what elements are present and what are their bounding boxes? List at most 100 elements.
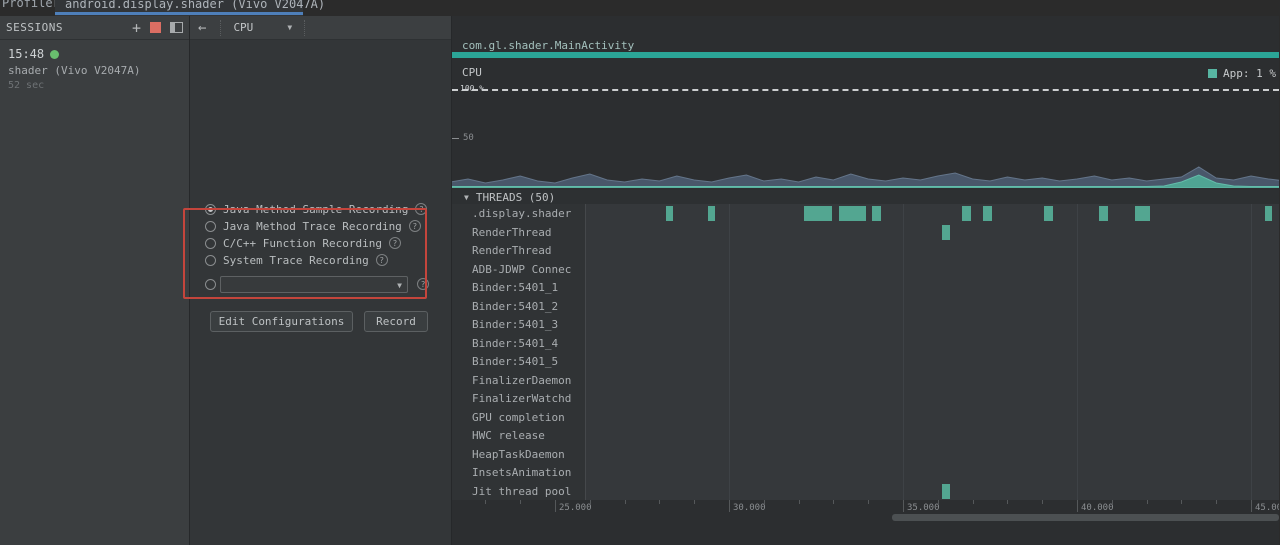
recording-option-row[interactable]: Java Method Sample Recording? <box>205 202 428 216</box>
thread-row[interactable]: InsetsAnimation <box>452 463 1279 482</box>
time-axis: 25.000 30.000 35.000 40.000 45.000 <box>452 500 1279 513</box>
help-icon[interactable]: ? <box>375 254 388 266</box>
thread-name[interactable]: HWC release <box>472 429 545 442</box>
recording-option-row[interactable]: Java Method Trace Recording? <box>205 219 421 233</box>
tool-window-tabbar: Profiler android.display.shader (Vivo V2… <box>0 0 1280 16</box>
thread-activity-block <box>962 206 971 221</box>
axis-major-tick <box>1251 500 1252 512</box>
thread-row[interactable]: Binder:5401_5 <box>452 352 1279 371</box>
axis-minor-tick <box>1216 500 1217 504</box>
edit-configurations-button[interactable]: Edit Configurations <box>210 311 353 332</box>
custom-config-dropdown[interactable]: ▼ <box>220 276 408 293</box>
help-icon[interactable]: ? <box>408 220 421 232</box>
axis-tick-label: 40.000 <box>1081 503 1114 513</box>
thread-row[interactable]: FinalizerWatchd <box>452 389 1279 408</box>
axis-major-tick <box>1077 500 1078 512</box>
thread-activity-block <box>839 206 866 221</box>
radio-label: System Trace Recording <box>223 253 369 267</box>
radio-label: Java Method Sample Recording <box>223 202 409 216</box>
chevron-down-icon: ▼ <box>397 281 402 290</box>
axis-minor-tick <box>590 500 591 504</box>
thread-name[interactable]: RenderThread <box>472 226 551 239</box>
thread-name[interactable]: Binder:5401_2 <box>472 300 558 313</box>
thread-activity-block <box>804 206 832 221</box>
collapse-panel-icon[interactable] <box>170 22 183 33</box>
y-axis-100-label: 100 % <box>460 84 485 93</box>
stop-recording-icon[interactable] <box>150 22 161 33</box>
axis-minor-tick <box>973 500 974 504</box>
thread-row[interactable]: .display.shader <box>452 204 1279 223</box>
thread-row[interactable]: ADB-JDWP Connec <box>452 260 1279 279</box>
thread-name[interactable]: Binder:5401_5 <box>472 355 558 368</box>
help-icon[interactable]: ? <box>415 203 428 215</box>
thread-row[interactable]: RenderThread <box>452 223 1279 242</box>
thread-name[interactable]: RenderThread <box>472 244 551 257</box>
hundred-percent-gridline <box>452 89 1279 91</box>
sessions-toolbar: SESSIONS + <box>0 16 189 40</box>
profiler-window: Profiler android.display.shader (Vivo V2… <box>0 0 1280 545</box>
thread-row[interactable]: Binder:5401_2 <box>452 297 1279 316</box>
thread-row[interactable]: Binder:5401_1 <box>452 278 1279 297</box>
recording-option-row[interactable]: C/C++ Function Recording? <box>205 236 401 250</box>
thread-row[interactable]: HeapTaskDaemon <box>452 445 1279 464</box>
thread-row[interactable]: GPU completion <box>452 408 1279 427</box>
thread-row[interactable]: Jit thread pool <box>452 482 1279 501</box>
activity-lifecycle-bar <box>452 52 1279 58</box>
horizontal-scrollbar[interactable] <box>892 514 1279 521</box>
threads-title: THREADS (50) <box>475 190 556 204</box>
cpu-stage-panel: com.gl.shader.MainActivity CPU App: 1 % … <box>452 16 1279 545</box>
custom-config-radio[interactable] <box>205 279 216 290</box>
session-live-dot <box>50 49 60 59</box>
thread-row[interactable]: RenderThread <box>452 241 1279 260</box>
tab-profiler[interactable]: Profiler <box>2 0 60 10</box>
thread-activity-block <box>942 224 950 240</box>
app-series-swatch <box>1208 69 1218 78</box>
thread-name[interactable]: Jit thread pool <box>472 485 571 498</box>
help-icon[interactable]: ? <box>388 237 401 249</box>
radio-button[interactable] <box>205 254 216 266</box>
cpu-chart-label: CPU <box>462 66 482 79</box>
axis-minor-tick <box>1147 500 1148 504</box>
thread-name[interactable]: Binder:5401_1 <box>472 281 558 294</box>
thread-name[interactable]: .display.shader <box>472 207 571 220</box>
thread-activity-block <box>1044 206 1053 221</box>
axis-minor-tick <box>833 500 834 504</box>
radio-button[interactable] <box>205 203 216 215</box>
session-item[interactable]: 15:48 shader (Vivo V2047A) 52 sec <box>0 40 189 97</box>
axis-minor-tick <box>764 500 765 504</box>
axis-minor-tick <box>1007 500 1008 504</box>
threads-section-header[interactable]: ▼ THREADS (50) <box>452 190 1279 204</box>
thread-name[interactable]: FinalizerWatchd <box>472 392 571 405</box>
thread-name[interactable]: Binder:5401_4 <box>472 337 558 350</box>
thread-row[interactable]: HWC release <box>452 426 1279 445</box>
thread-name[interactable]: GPU completion <box>472 411 565 424</box>
axis-minor-tick <box>799 500 800 504</box>
axis-minor-tick <box>1112 500 1113 504</box>
recording-option-row[interactable]: System Trace Recording? <box>205 253 388 267</box>
radio-button[interactable] <box>205 237 216 249</box>
others-cpu-series <box>452 166 1279 188</box>
thread-name[interactable]: InsetsAnimation <box>472 466 571 479</box>
axis-minor-tick <box>485 500 486 504</box>
thread-name[interactable]: HeapTaskDaemon <box>472 448 565 461</box>
cpu-usage-area-chart[interactable] <box>452 154 1279 188</box>
thread-row[interactable]: Binder:5401_3 <box>452 315 1279 334</box>
add-session-icon[interactable]: + <box>132 20 141 35</box>
help-icon[interactable]: ? <box>417 278 429 290</box>
radio-button[interactable] <box>205 220 216 232</box>
tab-profiler-session[interactable]: android.display.shader (Vivo V2047A) <box>55 0 325 16</box>
axis-minor-tick <box>868 500 869 504</box>
cpu-legend: App: 1 % <box>1208 67 1276 80</box>
thread-name[interactable]: FinalizerDaemon <box>472 374 571 387</box>
thread-name[interactable]: ADB-JDWP Connec <box>472 263 571 276</box>
thread-row[interactable]: FinalizerDaemon <box>452 371 1279 390</box>
axis-minor-tick <box>938 500 939 504</box>
activity-title: com.gl.shader.MainActivity <box>462 39 635 52</box>
threads-timeline: .display.shader RenderThread RenderThread A… <box>452 204 1279 500</box>
thread-name[interactable]: Binder:5401_3 <box>472 318 558 331</box>
axis-minor-tick <box>659 500 660 504</box>
profiler-main: SESSIONS + 15:48 shader (Vivo V2047A) 52… <box>0 16 1280 545</box>
record-button[interactable]: Record <box>364 311 428 332</box>
thread-row[interactable]: Binder:5401_4 <box>452 334 1279 353</box>
thread-activity-block <box>1265 206 1272 221</box>
